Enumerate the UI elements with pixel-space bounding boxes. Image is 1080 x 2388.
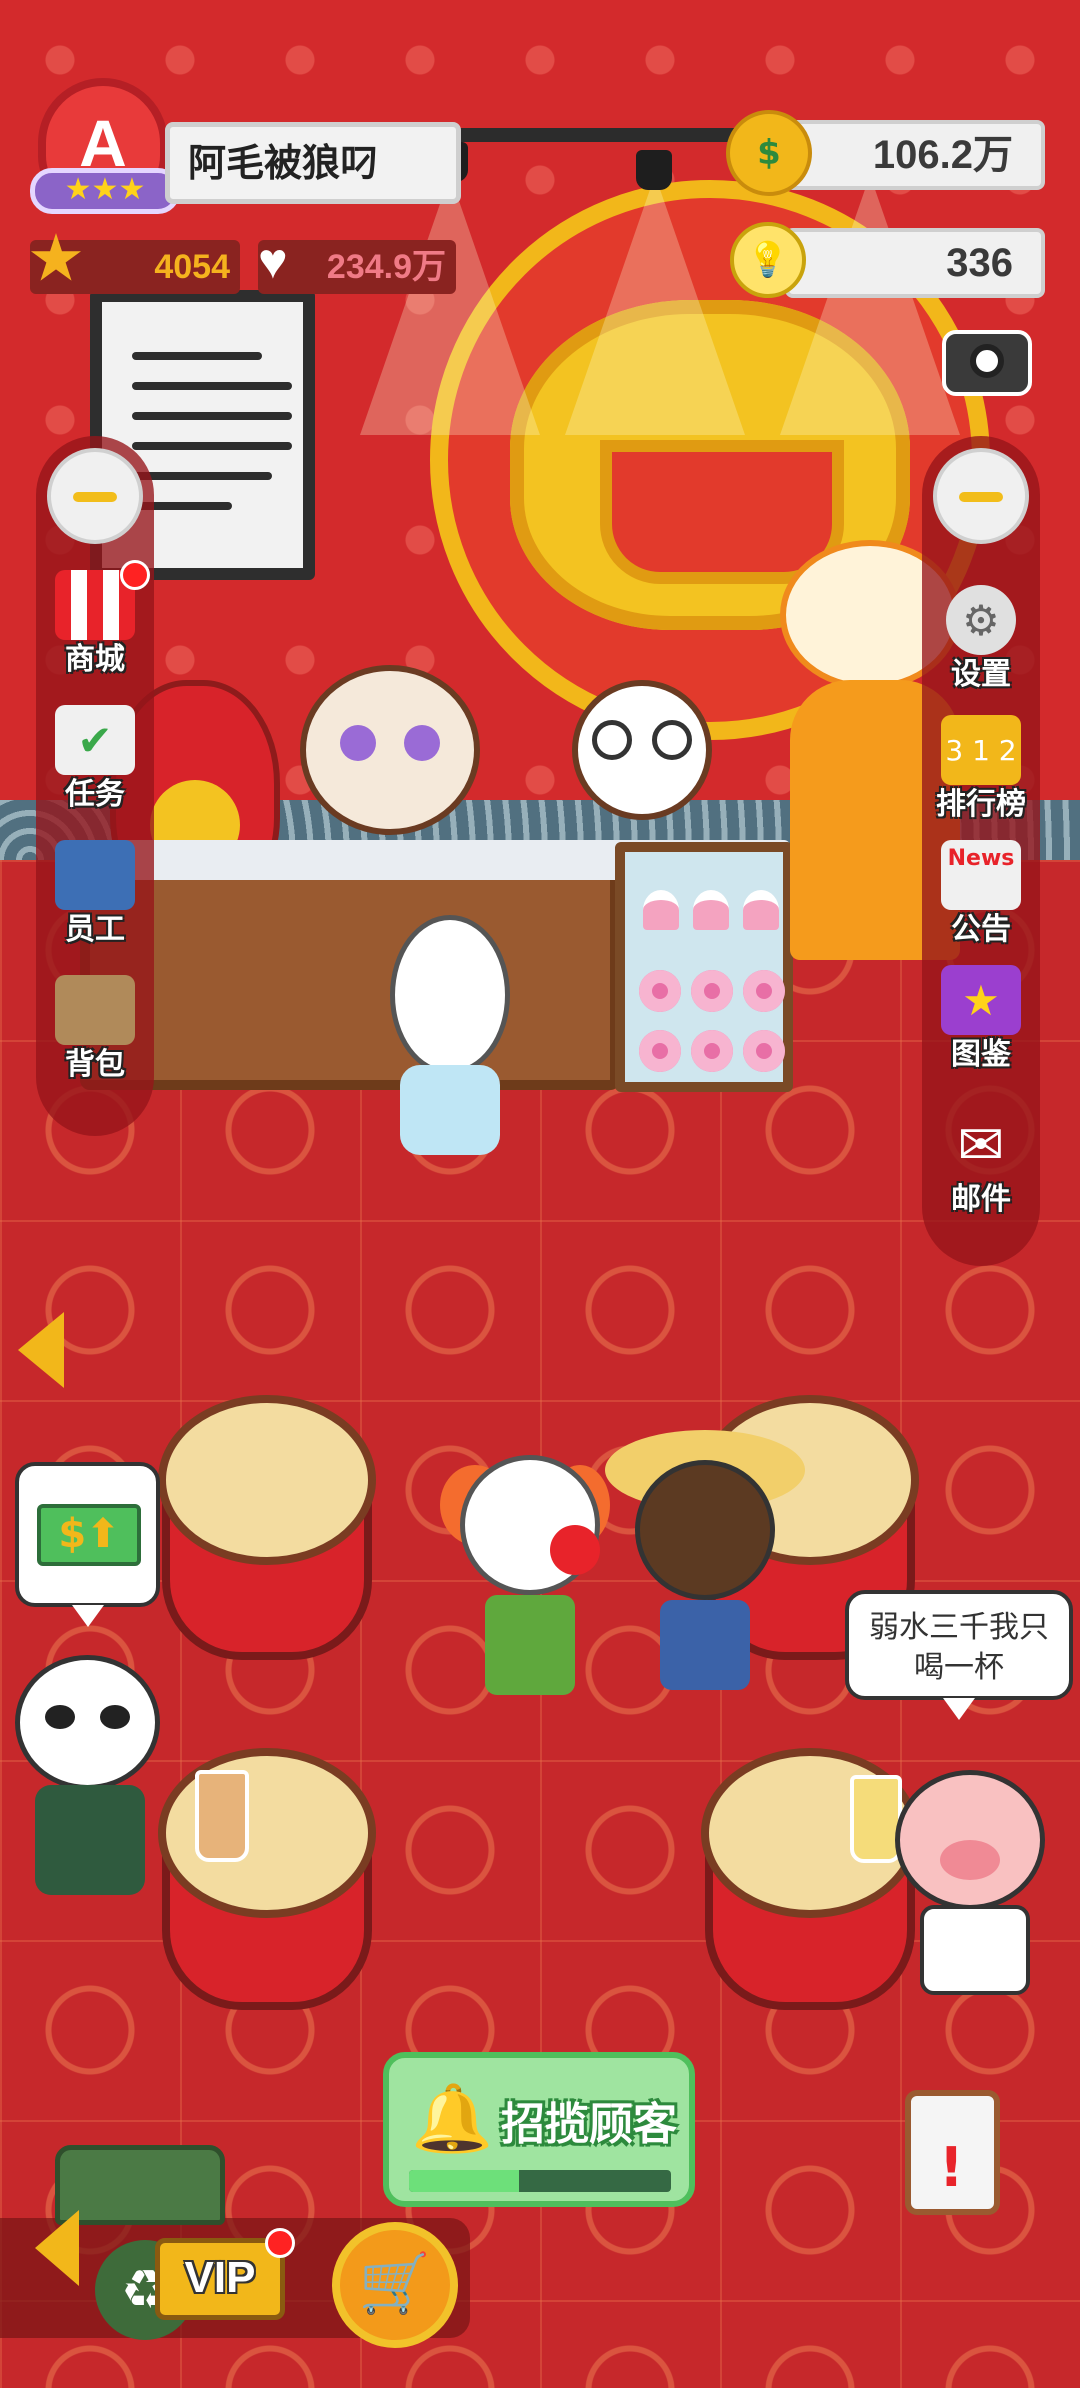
menu-item-mail[interactable]: ✉ 邮件 — [922, 1110, 1040, 1218]
lightbulb-icon: 💡 — [730, 222, 806, 298]
menu-item-label: 邮件 — [951, 1182, 1011, 1217]
vip-notification-badge — [265, 2228, 295, 2258]
recruit-label: 招揽顾客 — [501, 2099, 677, 2150]
cash-counter[interactable]: 106.2万 — [785, 120, 1045, 190]
menu-item-label: 背包 — [65, 1047, 125, 1082]
camera-icon — [970, 344, 1004, 378]
collapse-left-menu-button[interactable] — [47, 448, 143, 544]
menu-item-label: 公告 — [951, 912, 1011, 947]
drum-table-top[interactable] — [158, 1395, 376, 1565]
recruit-customers-button[interactable]: 🔔 招揽顾客 — [383, 2052, 695, 2207]
camera-button[interactable] — [942, 330, 1032, 396]
recruit-progress-fill — [409, 2170, 520, 2192]
shop-notification-badge — [120, 560, 150, 590]
spotlight-beam — [780, 175, 960, 435]
idea-counter[interactable]: 336 — [785, 228, 1045, 298]
vip-label: VIP — [184, 2253, 256, 2302]
panda-customer[interactable] — [15, 1655, 165, 1895]
recruit-progress-bar — [409, 2170, 671, 2192]
menu-item-label: 员工 — [65, 912, 125, 947]
alert-icon: ! — [939, 2136, 964, 2199]
star-count: 4054 — [154, 248, 230, 286]
news-badge-text: News — [947, 846, 1015, 871]
star-icon: ★ — [30, 226, 82, 291]
drum-table-top[interactable] — [158, 1748, 376, 1918]
menu-item-staff[interactable]: 员工 — [36, 840, 154, 948]
spotlight — [636, 150, 672, 190]
menu-item-settings[interactable]: ⚙ 设置 — [922, 585, 1040, 693]
star-count-pill: ★ 4054 — [30, 230, 240, 294]
mail-icon: ✉ — [957, 1112, 1005, 1178]
bell-icon: 🔔 — [411, 2080, 494, 2157]
dog-staff[interactable] — [300, 665, 480, 845]
clown-customer[interactable] — [440, 1455, 610, 1705]
scroll-left-arrow-icon[interactable] — [18, 1312, 64, 1388]
pig-customer[interactable] — [895, 1770, 1055, 2000]
news-icon: News — [941, 840, 1021, 910]
collapse-right-menu-button[interactable] — [933, 448, 1029, 544]
menu-item-label: 任务 — [65, 777, 125, 812]
heart-count-pill: ♥ 234.9万 — [258, 234, 456, 294]
menu-item-collection[interactable]: ★ 图鉴 — [922, 965, 1040, 1073]
bear-farmer-customer[interactable] — [605, 1430, 805, 1700]
pig-speech-bubble: 弱水三千我只喝一杯 — [845, 1590, 1073, 1720]
task-icon: ✔ — [55, 705, 135, 775]
milk-tea-cup-icon — [195, 1770, 249, 1862]
menu-item-label: 图鉴 — [951, 1037, 1011, 1072]
staff-icon — [55, 840, 135, 910]
heart-count: 234.9万 — [326, 248, 446, 286]
pig-speech-text: 弱水三千我只喝一杯 — [869, 1610, 1049, 1685]
order-clipboard-button[interactable]: ! — [905, 2090, 1000, 2215]
menu-item-label: 设置 — [951, 657, 1011, 692]
cat-staff[interactable] — [572, 680, 712, 850]
player-name[interactable]: 阿毛被狼叼 — [165, 122, 461, 204]
menu-item-announcements[interactable]: News 公告 — [922, 840, 1040, 948]
collection-icon: ★ — [941, 965, 1021, 1035]
backpack-icon — [55, 975, 135, 1045]
shop-cart-button[interactable]: 🛒 — [332, 2222, 458, 2348]
scroll-bottom-left-arrow-icon[interactable] — [35, 2210, 79, 2286]
gear-icon: ⚙ — [946, 585, 1016, 655]
menu-item-backpack[interactable]: 背包 — [36, 975, 154, 1083]
cart-icon: 🛒 — [358, 2249, 432, 2317]
upgrade-bubble[interactable]: $⬆ — [15, 1462, 160, 1627]
menu-item-label: 商城 — [65, 642, 125, 677]
level-stars: ★★★ — [30, 168, 180, 214]
menu-item-label: 排行榜 — [936, 787, 1026, 822]
menu-item-tasks[interactable]: ✔ 任务 — [36, 705, 154, 813]
alpaca-customer[interactable] — [380, 915, 520, 1185]
vip-button[interactable]: VIP — [155, 2238, 285, 2320]
spotlight-beam — [565, 175, 745, 435]
cash-icon: $ — [726, 110, 812, 196]
spotlight-beam — [360, 175, 540, 435]
trash-bin-decoration — [55, 2145, 225, 2225]
heart-icon: ♥ — [258, 233, 288, 289]
podium-icon: 3 1 2 — [941, 715, 1021, 785]
cash-upgrade-icon: $⬆ — [37, 1504, 141, 1566]
menu-item-leaderboard[interactable]: 3 1 2 排行榜 — [922, 715, 1040, 823]
